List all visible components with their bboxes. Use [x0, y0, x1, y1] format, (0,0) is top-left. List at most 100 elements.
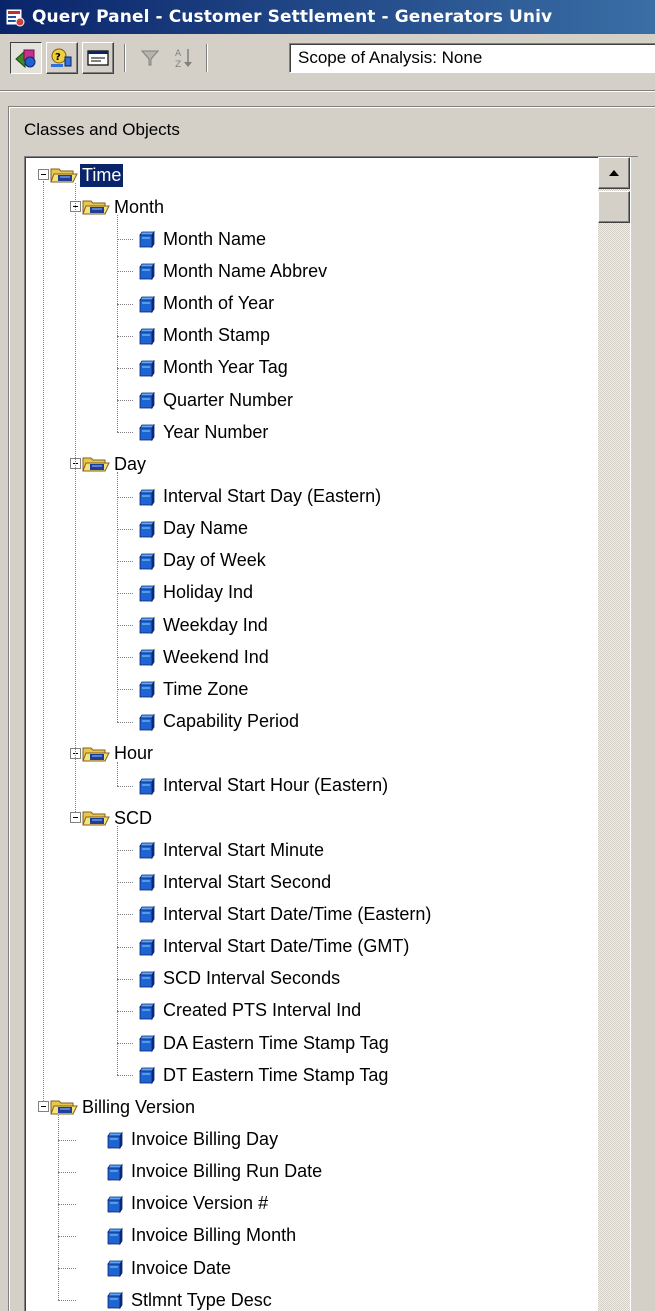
tree-object-node[interactable]: Day Name	[137, 513, 250, 545]
tree-object-node[interactable]: DA Eastern Time Stamp Tag	[137, 1027, 391, 1059]
query-panel-window: Query Panel - Customer Settlement - Gene…	[0, 0, 655, 1311]
tree-class-node[interactable]: Month	[81, 191, 166, 223]
tree-object-node[interactable]: Month Year Tag	[137, 352, 290, 384]
object-cube-icon	[139, 970, 155, 989]
open-folder-icon	[82, 457, 110, 472]
tree-object-node[interactable]: Interval Start Minute	[137, 834, 326, 866]
class-label: Billing Version	[82, 1096, 196, 1117]
class-label: SCD	[114, 807, 153, 828]
tree-connector-line	[117, 303, 133, 305]
tree-connector-line	[58, 1235, 76, 1237]
object-cube-icon	[107, 1291, 123, 1310]
tree-object-node[interactable]: Capability Period	[137, 706, 301, 738]
open-folder-icon	[82, 811, 110, 826]
tree-object-node[interactable]: Month Name	[137, 223, 268, 255]
predefined-conditions-icon: ?	[51, 48, 72, 67]
tree-object-node[interactable]: Interval Start Hour (Eastern)	[137, 770, 390, 802]
tree-connector-line	[58, 1300, 76, 1302]
object-label: Month Name	[163, 228, 267, 249]
object-cube-icon	[139, 616, 155, 635]
scroll-thumb[interactable]	[598, 191, 630, 223]
tree-connector-line	[117, 689, 133, 691]
tree-connector-line	[117, 914, 133, 916]
panel-label: Classes and Objects	[24, 120, 180, 139]
tree-object-node[interactable]: Invoice Date	[105, 1252, 233, 1284]
object-cube-icon	[139, 359, 155, 378]
predefined-conditions-button[interactable]: ?	[46, 42, 78, 74]
panel-right-edge	[630, 157, 655, 1311]
open-folder-icon	[82, 200, 110, 215]
tree-object-node[interactable]: Invoice Billing Day	[105, 1124, 280, 1156]
class-label: Hour	[114, 743, 154, 764]
tree-object-node[interactable]: Stlmnt Type Desc	[105, 1284, 274, 1311]
scope-of-analysis-field[interactable]: Scope of Analysis: None	[289, 43, 655, 73]
tree-object-node[interactable]: Invoice Billing Month	[105, 1220, 298, 1252]
tree-object-node[interactable]: Month Name Abbrev	[137, 255, 329, 287]
tree-object-node[interactable]: SCD Interval Seconds	[137, 963, 342, 995]
tree-connector-line	[117, 400, 133, 402]
classes-objects-button[interactable]	[10, 42, 42, 74]
tree-object-node[interactable]: Holiday Ind	[137, 577, 255, 609]
tree-object-node[interactable]: Weekday Ind	[137, 609, 270, 641]
collapse-toggle-icon[interactable]	[70, 812, 81, 823]
object-label: Time Zone	[163, 678, 249, 699]
object-label: Created PTS Interval Ind	[163, 1000, 362, 1021]
view-button[interactable]	[82, 42, 114, 74]
object-cube-icon	[139, 938, 155, 956]
object-cube-icon	[139, 295, 155, 313]
tree-object-node[interactable]: Interval Start Date/Time (GMT)	[137, 931, 411, 963]
tree-object-node[interactable]: Day of Week	[137, 545, 268, 577]
object-label: Interval Start Minute	[163, 839, 325, 860]
object-cube-icon	[139, 648, 155, 667]
object-cube-icon	[139, 777, 155, 796]
object-label: Month Year Tag	[163, 357, 288, 378]
collapse-toggle-icon[interactable]	[38, 169, 49, 180]
tree-object-node[interactable]: Invoice Billing Run Date	[105, 1156, 324, 1188]
tree-connector-line	[117, 785, 133, 787]
tree-object-node[interactable]: Interval Start Day (Eastern)	[137, 481, 383, 513]
tree-object-node[interactable]: Created PTS Interval Ind	[137, 995, 363, 1027]
object-cube-icon	[139, 488, 155, 506]
vertical-scrollbar[interactable]	[598, 157, 630, 1311]
tree-connector-line	[117, 472, 118, 722]
class-label: Month	[114, 196, 165, 217]
collapse-toggle-icon[interactable]	[38, 1101, 49, 1113]
object-label: SCD Interval Seconds	[163, 968, 341, 989]
tree-object-node[interactable]: Invoice Version #	[105, 1188, 270, 1220]
sort-button[interactable]: A Z	[168, 42, 200, 74]
object-label: Invoice Billing Day	[131, 1129, 279, 1149]
filter-button[interactable]	[134, 42, 166, 74]
tree-object-node[interactable]: Interval Start Date/Time (Eastern)	[137, 898, 433, 930]
tree-object-node[interactable]: Quarter Number	[137, 384, 295, 416]
tree-class-node[interactable]: Billing Version	[49, 1091, 197, 1123]
tree-object-node[interactable]: Weekend Ind	[137, 641, 271, 673]
svg-text:A: A	[175, 49, 182, 59]
tree-connector-line	[117, 528, 133, 530]
object-cube-icon	[139, 423, 155, 442]
tree-object-node[interactable]: Time Zone	[137, 673, 250, 705]
tree-object-node[interactable]: DT Eastern Time Stamp Tag	[137, 1059, 390, 1091]
tree-class-node[interactable]: Day	[81, 448, 148, 480]
tree-object-node[interactable]: Month of Year	[137, 288, 276, 320]
toolbar: ? A Z Scope of Analysis: None	[0, 34, 655, 82]
tree-object-node[interactable]: Month Stamp	[137, 320, 272, 352]
title-bar[interactable]: Query Panel - Customer Settlement - Gene…	[0, 0, 655, 34]
object-label: Interval Start Second	[163, 871, 332, 892]
tree-class-node[interactable]: Hour	[81, 738, 155, 770]
classes-objects-tree[interactable]: Time Month Month Name Month Name Abbrev Mont…	[24, 156, 638, 1311]
scroll-up-button[interactable]	[598, 157, 630, 189]
object-cube-icon	[139, 1066, 155, 1085]
tree-connector-line	[117, 721, 133, 723]
tree-connector-line	[117, 978, 133, 980]
tree-object-node[interactable]: Interval Start Second	[137, 866, 333, 898]
tree-object-node[interactable]: Year Number	[137, 416, 270, 448]
tree-connector-line	[117, 592, 133, 594]
tree-class-node[interactable]: Time	[49, 159, 125, 191]
tree-connector-line	[58, 1139, 76, 1141]
tree-connector-line	[75, 183, 76, 812]
object-label: Day of Week	[163, 550, 266, 571]
svg-text:?: ?	[55, 52, 61, 63]
object-label: Day Name	[163, 518, 249, 539]
tree-connector-line	[117, 882, 133, 884]
tree-connector-line	[58, 1203, 76, 1205]
